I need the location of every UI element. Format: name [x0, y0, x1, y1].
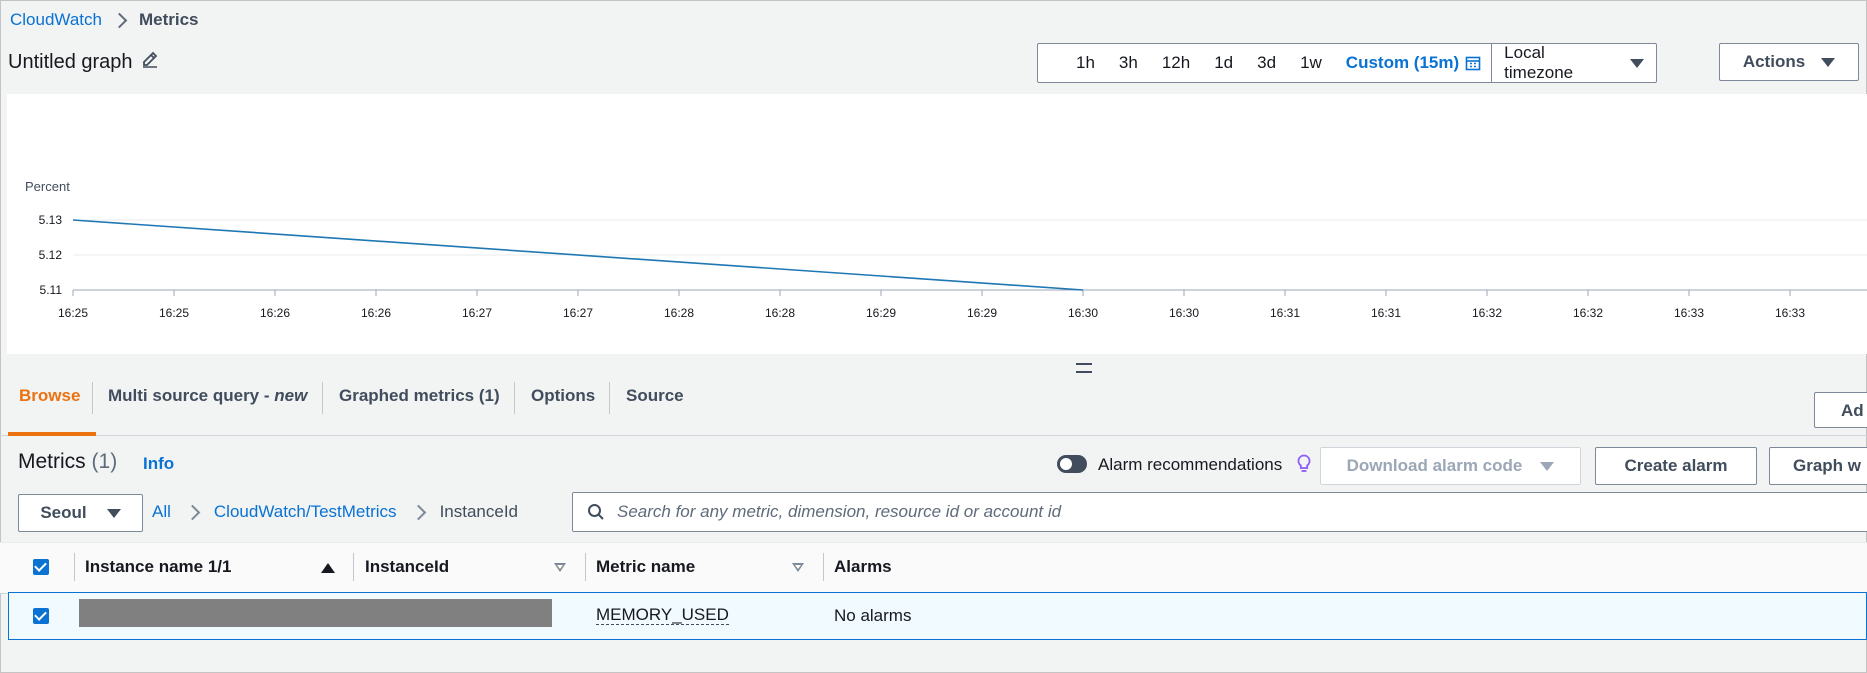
new-badge: new — [274, 386, 308, 405]
column-separator — [823, 553, 824, 581]
tab-separator — [514, 382, 515, 414]
tab-multi-source-label: Multi source query - — [108, 386, 275, 405]
x-tick-label: 16:31 — [1370, 306, 1402, 320]
graph-with-sql-button[interactable]: Graph w — [1769, 447, 1867, 485]
y-tick-label: 5.13 — [39, 213, 63, 227]
x-tick-label: 16:28 — [663, 306, 695, 320]
active-tab-indicator — [8, 432, 96, 436]
search-icon — [587, 503, 605, 526]
sort-icon[interactable] — [792, 563, 804, 572]
metrics-count: (1) — [91, 450, 118, 473]
tab-browse[interactable]: Browse — [19, 386, 80, 406]
tab-source[interactable]: Source — [626, 386, 684, 406]
namespace-path: All CloudWatch/TestMetrics InstanceId — [152, 502, 518, 522]
redacted-instance-name — [79, 599, 552, 627]
download-alarm-code-button[interactable]: Download alarm code — [1320, 447, 1581, 485]
alarm-recommendations-toggle[interactable] — [1057, 455, 1087, 473]
select-all-checkbox[interactable] — [33, 559, 49, 575]
metrics-heading: Metrics (1) — [18, 450, 117, 474]
column-separator — [585, 553, 586, 581]
x-tick-label: 16:32 — [1471, 306, 1503, 320]
alarm-recommendations-label: Alarm recommendations — [1098, 455, 1283, 474]
x-tick-label: 16:27 — [461, 306, 493, 320]
x-tick-label: 16:27 — [562, 306, 594, 320]
x-tick-label: 16:33 — [1673, 306, 1705, 320]
tab-separator — [92, 382, 93, 414]
metric-search-input[interactable]: Search for any metric, dimension, resour… — [572, 492, 1867, 532]
path-dimension: InstanceId — [439, 502, 519, 521]
alarms-cell: No alarms — [834, 606, 912, 625]
x-tick-label: 16:25 — [158, 306, 190, 320]
x-tick-label: 16:28 — [764, 306, 796, 320]
x-tick-label: 16:31 — [1269, 306, 1301, 320]
table-header — [0, 542, 1867, 594]
x-tick-label: 16:30 — [1168, 306, 1200, 320]
sort-ascending-icon[interactable] — [321, 563, 335, 573]
sort-icon[interactable] — [554, 563, 566, 572]
metrics-title: Metrics — [18, 450, 86, 473]
chevron-right-icon — [184, 504, 201, 520]
x-tick-label: 16:26 — [259, 306, 291, 320]
x-tick-label: 16:29 — [865, 306, 897, 320]
x-tick-label: 16:29 — [966, 306, 998, 320]
region-select[interactable]: Seoul — [18, 494, 143, 532]
x-tick-label: 16:30 — [1067, 306, 1099, 320]
region-label: Seoul — [40, 503, 87, 522]
x-tick-label: 16:25 — [57, 306, 89, 320]
tab-graphed-metrics[interactable]: Graphed metrics (1) — [339, 386, 500, 406]
path-all-link[interactable]: All — [152, 502, 171, 522]
x-tick-label: 16:33 — [1774, 306, 1806, 320]
tab-options[interactable]: Options — [531, 386, 595, 406]
download-alarm-code-label: Download alarm code — [1346, 456, 1523, 475]
x-tick-label: 16:26 — [360, 306, 392, 320]
row-checkbox[interactable] — [33, 608, 49, 624]
column-header-alarms[interactable]: Alarms — [834, 557, 892, 577]
column-separator — [353, 553, 354, 581]
y-tick-label: 5.12 — [39, 248, 63, 262]
add-button[interactable]: Ad — [1814, 392, 1867, 428]
tab-separator — [609, 382, 610, 414]
column-separator — [74, 553, 75, 581]
search-placeholder: Search for any metric, dimension, resour… — [617, 502, 1062, 521]
info-link[interactable]: Info — [143, 454, 174, 474]
caret-down-icon — [1540, 461, 1555, 471]
y-tick-label: 5.11 — [40, 283, 63, 297]
column-header-metric-name[interactable]: Metric name — [596, 557, 695, 577]
metric-name-link[interactable]: MEMORY_USED — [596, 606, 729, 625]
column-header-instance-name[interactable]: Instance name 1/1 — [85, 557, 231, 577]
chevron-right-icon — [410, 504, 426, 520]
path-namespace-link[interactable]: CloudWatch/TestMetrics — [214, 502, 397, 522]
column-header-instance-id[interactable]: InstanceId — [365, 557, 449, 577]
caret-down-icon — [106, 508, 121, 518]
tab-separator — [322, 382, 323, 414]
create-alarm-button[interactable]: Create alarm — [1595, 447, 1757, 485]
lightbulb-icon[interactable] — [1297, 454, 1311, 479]
x-tick-label: 16:32 — [1572, 306, 1604, 320]
tab-multi-source-query[interactable]: Multi source query - new — [108, 386, 307, 406]
